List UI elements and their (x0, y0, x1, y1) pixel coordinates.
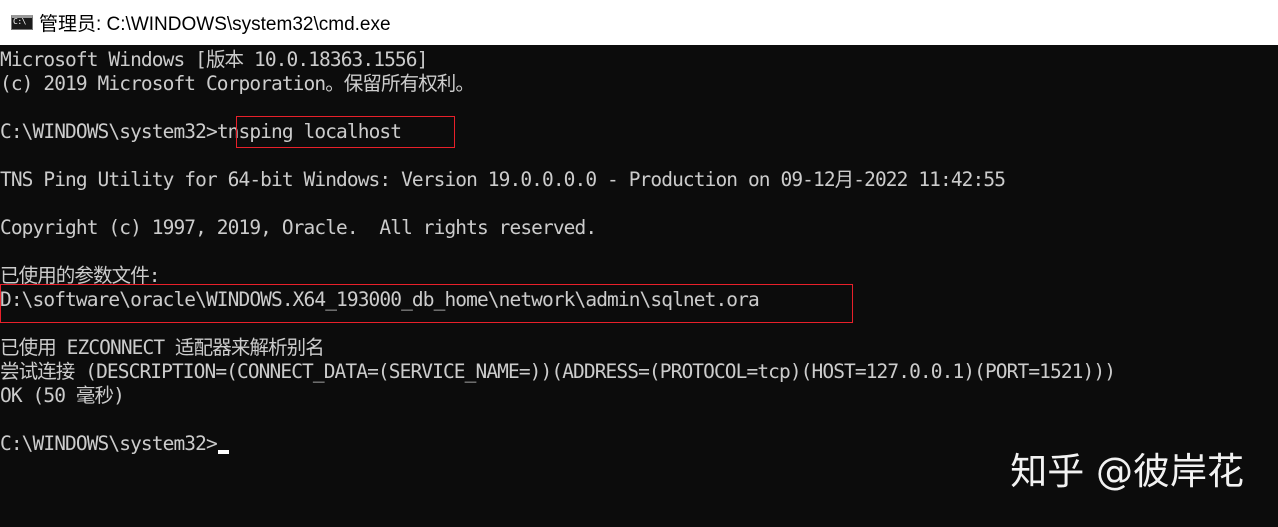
console-line-copyright-ms: (c) 2019 Microsoft Corporation。保留所有权利。 (0, 72, 475, 95)
final-prompt-text: C:\WINDOWS\system32> (0, 432, 218, 455)
window-title: 管理员: C:\WINDOWS\system32\cmd.exe (39, 14, 391, 35)
cmd-icon-glyph: C:\ (13, 17, 26, 26)
text-cursor (217, 450, 229, 454)
command-highlight-box (236, 116, 455, 148)
console-line-adapter: 已使用 EZCONNECT 适配器来解析别名 (0, 336, 325, 359)
console-line-connect-attempt: 尝试连接 (DESCRIPTION=(CONNECT_DATA=(SERVICE… (0, 360, 1116, 383)
console-line-ok-result: OK (50 毫秒) (0, 384, 125, 407)
console-line-tns-version: TNS Ping Utility for 64-bit Windows: Ver… (0, 168, 1006, 191)
console-line-oracle-copyright: Copyright (c) 1997, 2019, Oracle. All ri… (0, 216, 597, 239)
console-line-version: Microsoft Windows [版本 10.0.18363.1556] (0, 48, 428, 71)
title-bar[interactable]: C:\ 管理员: C:\WINDOWS\system32\cmd.exe (0, 0, 1278, 45)
zhihu-watermark: 知乎 @彼岸花 (1010, 450, 1244, 493)
param-file-highlight-box (0, 284, 853, 323)
cmd-icon[interactable]: C:\ (11, 15, 33, 30)
cmd-window: C:\ 管理员: C:\WINDOWS\system32\cmd.exe Mic… (0, 0, 1278, 527)
console-line-final-prompt[interactable]: C:\WINDOWS\system32> (0, 432, 229, 456)
prompt-text: C:\WINDOWS\system32> (0, 120, 218, 143)
